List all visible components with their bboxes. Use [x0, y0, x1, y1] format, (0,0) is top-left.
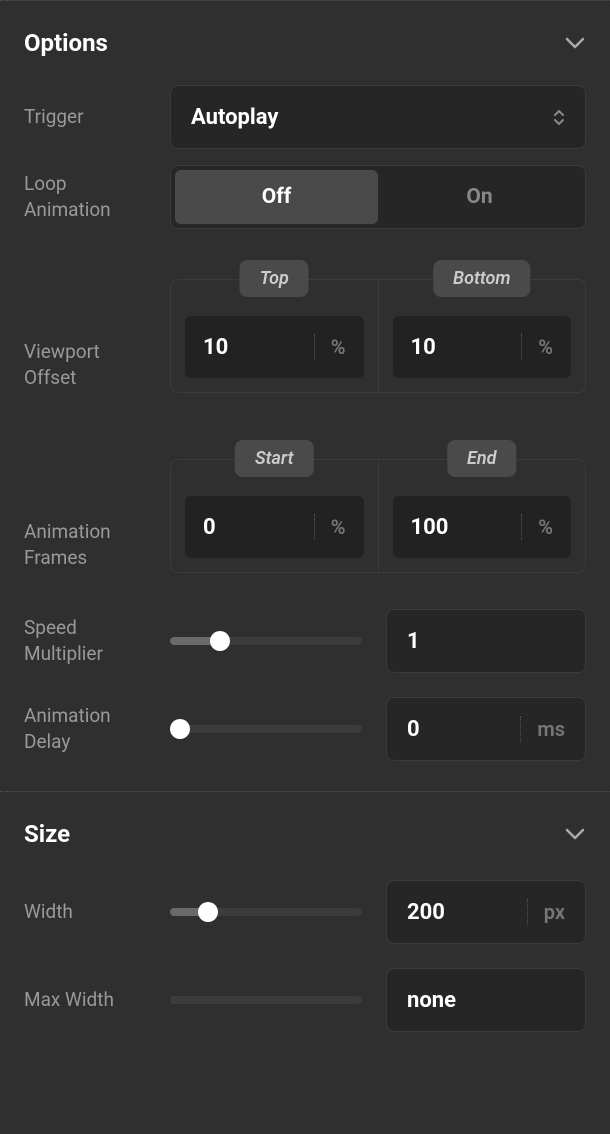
viewport-offset-bottom-panel: Bottom 10 %	[378, 279, 587, 393]
speed-label: Speed Multiplier	[24, 615, 154, 666]
width-label: Width	[24, 899, 154, 925]
trigger-select[interactable]: Autoplay	[170, 85, 586, 149]
speed-slider[interactable]	[170, 637, 362, 645]
options-header[interactable]: Options	[24, 1, 586, 77]
frames-start-tab[interactable]: Start	[235, 440, 314, 477]
delay-label: Animation Delay	[24, 703, 154, 754]
animation-frames-row: Animation Frames Start 0 % End	[24, 459, 586, 597]
frames-end-unit: %	[522, 515, 553, 539]
speed-slider-thumb[interactable]	[210, 631, 230, 651]
options-title: Options	[24, 29, 108, 57]
frames-end-tab[interactable]: End	[447, 440, 516, 477]
width-slider[interactable]	[170, 908, 362, 916]
width-input[interactable]: 200 px	[386, 880, 586, 944]
frames-start-panel: Start 0 %	[170, 459, 378, 573]
frames-end-value: 100	[411, 515, 522, 540]
viewport-top-input[interactable]: 10 %	[185, 316, 364, 378]
frames-start-input[interactable]: 0 %	[185, 496, 364, 558]
width-value: 200	[407, 900, 527, 925]
size-title: Size	[24, 820, 70, 848]
width-slider-thumb[interactable]	[198, 902, 218, 922]
size-section: Size Width 200 px	[0, 791, 610, 1062]
trigger-label: Trigger	[24, 104, 154, 130]
max-width-label: Max Width	[24, 987, 154, 1013]
size-header[interactable]: Size	[24, 792, 586, 868]
frames-start-value: 0	[203, 515, 314, 540]
viewport-top-value: 10	[203, 335, 314, 360]
loop-off-button[interactable]: Off	[175, 170, 378, 224]
animation-frames-label: Animation Frames	[24, 459, 154, 570]
delay-input[interactable]: 0 ms	[386, 697, 586, 761]
viewport-offset-label: Viewport Offset	[24, 279, 154, 390]
speed-row: Speed Multiplier 1	[24, 597, 586, 685]
viewport-top-unit: %	[315, 335, 346, 359]
delay-slider[interactable]	[170, 725, 362, 733]
viewport-bottom-input[interactable]: 10 %	[393, 316, 572, 378]
loop-label: Loop Animation	[24, 171, 154, 222]
max-width-value: none	[407, 988, 565, 1013]
max-width-slider[interactable]	[170, 996, 362, 1004]
trigger-row: Trigger Autoplay	[24, 77, 586, 157]
options-section: Options Trigger Autoplay	[0, 0, 610, 791]
chevron-down-icon	[564, 32, 586, 54]
width-row: Width 200 px	[24, 868, 586, 956]
animation-frames-box: Start 0 % End 100	[170, 459, 586, 573]
viewport-offset-row: Viewport Offset Top 10 % Bottom	[24, 279, 586, 417]
viewport-bottom-tab[interactable]: Bottom	[433, 260, 531, 297]
delay-value: 0	[407, 717, 520, 742]
width-unit: px	[544, 900, 565, 924]
max-width-row: Max Width none	[24, 956, 586, 1044]
viewport-offset-box: Top 10 % Bottom 10	[170, 279, 586, 393]
max-width-input[interactable]: none	[386, 968, 586, 1032]
chevron-down-icon	[564, 823, 586, 845]
loop-row: Loop Animation Off On	[24, 157, 586, 237]
loop-toggle: Off On	[170, 165, 586, 229]
speed-value: 1	[407, 629, 565, 654]
frames-end-panel: End 100 %	[378, 459, 587, 573]
loop-on-button[interactable]: On	[378, 170, 581, 224]
delay-slider-thumb[interactable]	[170, 719, 190, 739]
delay-row: Animation Delay 0 ms	[24, 685, 586, 773]
viewport-top-tab[interactable]: Top	[240, 260, 309, 297]
delay-unit: ms	[537, 717, 565, 741]
frames-start-unit: %	[315, 515, 346, 539]
viewport-bottom-value: 10	[411, 335, 522, 360]
trigger-value: Autoplay	[191, 105, 278, 130]
viewport-bottom-unit: %	[522, 335, 553, 359]
viewport-offset-top-panel: Top 10 %	[170, 279, 378, 393]
speed-input[interactable]: 1	[386, 609, 586, 673]
frames-end-input[interactable]: 100 %	[393, 496, 572, 558]
select-updown-icon	[553, 110, 565, 125]
